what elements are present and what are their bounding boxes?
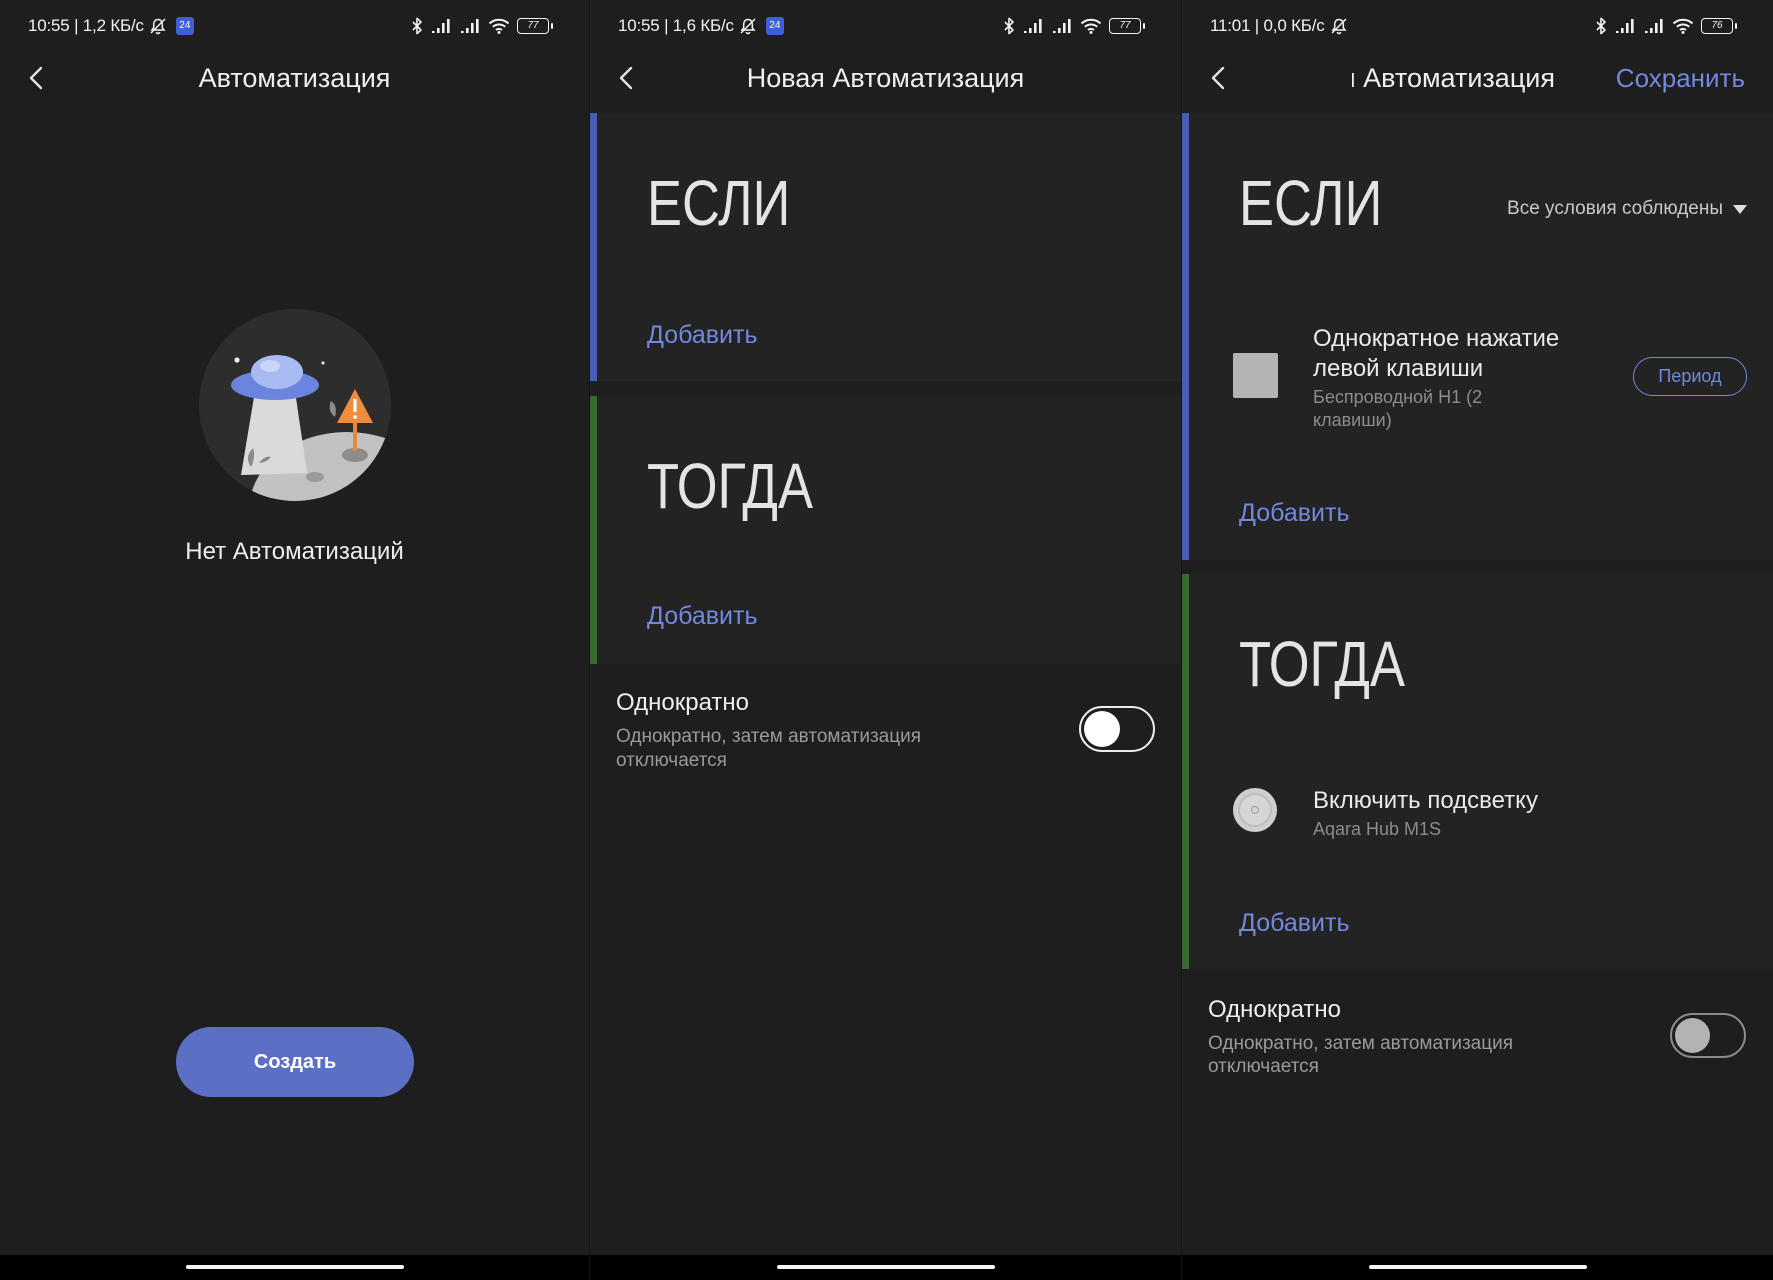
status-bar-right: 77 [1003,15,1145,37]
signal-icon [461,19,479,33]
battery-icon: 77 [1109,18,1145,34]
status-bar-left: 11:01 | 0,0 КБ/с [1210,14,1348,38]
add-condition-link[interactable]: Добавить [1239,498,1350,528]
bluetooth-icon [1596,17,1606,35]
once-title: Однократно [616,689,750,716]
status-time-speed: 10:55 | 1,6 КБ/с [618,16,734,35]
bell-off-icon [150,18,166,35]
condition-item[interactable]: Однократное нажатие левой клавиши Беспро… [1313,324,1613,432]
caret-down-icon [1733,204,1747,214]
hub-device-icon [1233,788,1277,832]
once-description: Однократно, затем автоматизация отключае… [1208,1033,1514,1077]
home-indicator[interactable] [1368,1265,1587,1269]
if-accent-bar [1182,113,1189,560]
status-time-speed: 11:01 | 0,0 КБ/с [1210,16,1325,35]
if-block: ЕСЛИ Добавить [590,113,1181,381]
condition-mode-label: Все условия соблюдены [1507,198,1723,219]
if-accent-bar [590,113,597,381]
signal-icon [432,19,450,33]
bluetooth-icon [1004,17,1014,35]
switch-device-icon [1233,353,1278,398]
condition-device: Беспроводной H1 (2 клавиши) [1313,387,1483,430]
bluetooth-icon [412,17,422,35]
save-button[interactable]: Сохранить [1616,62,1745,94]
back-button[interactable] [1206,62,1230,94]
empty-state-text: Нет Автоматизаций [185,538,404,565]
battery-nub [550,22,553,29]
edit-automation-screen: 11:01 | 0,0 КБ/с 76 я Автоматизация Сохр… [1182,0,1773,1280]
page-title-text: я Автоматизация [1352,63,1555,93]
status-bar-left: 10:55 | 1,6 КБ/с 24 [618,14,784,38]
if-heading: ЕСЛИ [647,167,791,239]
navigation-bar [590,1255,1181,1280]
home-indicator[interactable] [776,1265,995,1269]
notification-badge: 24 [765,17,784,35]
signal-icon [1645,19,1663,33]
battery-level: 77 [527,20,539,31]
then-heading: ТОГДА [647,450,813,522]
then-accent-bar [590,396,597,664]
signal-icon [1616,19,1634,33]
new-automation-screen: 10:55 | 1,6 КБ/с 24 77 Новая Автоматизац… [590,0,1181,1280]
page-title: Новая Автоматизация [746,63,1025,93]
add-action-link[interactable]: Добавить [647,601,758,631]
status-bar-right: 77 [411,15,553,37]
once-toggle[interactable] [1079,706,1155,752]
navigation-bar [1182,1255,1773,1280]
add-condition-link[interactable]: Добавить [647,320,758,350]
battery-nub [1142,22,1145,29]
action-device: Aqara Hub M1S [1313,819,1442,839]
empty-state-illustration [199,309,391,501]
once-setting: Однократно Однократно, затем автоматизац… [616,688,1036,773]
then-accent-bar [1182,574,1189,969]
automation-list-screen: 10:55 | 1,2 КБ/с 24 77 Автоматизация Нет… [0,0,589,1280]
add-action-link[interactable]: Добавить [1239,908,1350,938]
page-title: я Автоматизация [1352,62,1555,94]
action-item[interactable]: Включить подсветку Aqara Hub M1S [1313,786,1613,841]
toggle-knob [1675,1018,1710,1053]
create-button[interactable]: Создать [176,1027,414,1097]
battery-icon: 76 [1701,18,1737,34]
bell-off-icon [1331,18,1347,35]
if-block: ЕСЛИ Все условия соблюдены Однократное н… [1182,113,1773,560]
once-toggle[interactable] [1670,1013,1746,1058]
toggle-knob [1084,711,1120,747]
status-time-speed: 10:55 | 1,2 КБ/с [28,16,144,35]
status-bar-left: 10:55 | 1,2 КБ/с 24 [28,14,194,38]
if-heading: ЕСЛИ [1239,167,1383,239]
signal-icon [1024,19,1042,33]
battery-level: 77 [1119,20,1131,31]
battery-nub [1734,22,1737,29]
condition-mode-dropdown[interactable]: Все условия соблюдены [1507,197,1747,221]
once-description: Однократно, затем автоматизация отключае… [616,726,922,771]
notification-badge: 24 [175,17,194,35]
bell-off-icon [740,18,756,35]
navigation-bar [0,1255,589,1280]
status-bar-right: 76 [1595,15,1737,37]
home-indicator[interactable] [185,1265,404,1269]
wifi-icon [1672,18,1694,34]
battery-level: 76 [1711,20,1723,31]
page-title: Автоматизация [198,63,391,93]
wifi-icon [488,18,510,34]
condition-name: Однократное нажатие левой клавиши [1313,325,1560,382]
wifi-icon [1080,18,1102,34]
action-name: Включить подсветку [1313,787,1538,814]
then-block: ТОГДА Добавить [590,396,1181,664]
chevron-left-icon [1211,66,1225,90]
period-button[interactable]: Период [1633,357,1747,396]
then-block: ТОГДА Включить подсветку Aqara Hub M1S Д… [1182,574,1773,969]
signal-icon [1053,19,1071,33]
then-heading: ТОГДА [1239,628,1405,700]
once-title: Однократно [1208,996,1342,1023]
once-setting: Однократно Однократно, затем автоматизац… [1208,995,1628,1078]
battery-icon: 77 [517,18,553,34]
